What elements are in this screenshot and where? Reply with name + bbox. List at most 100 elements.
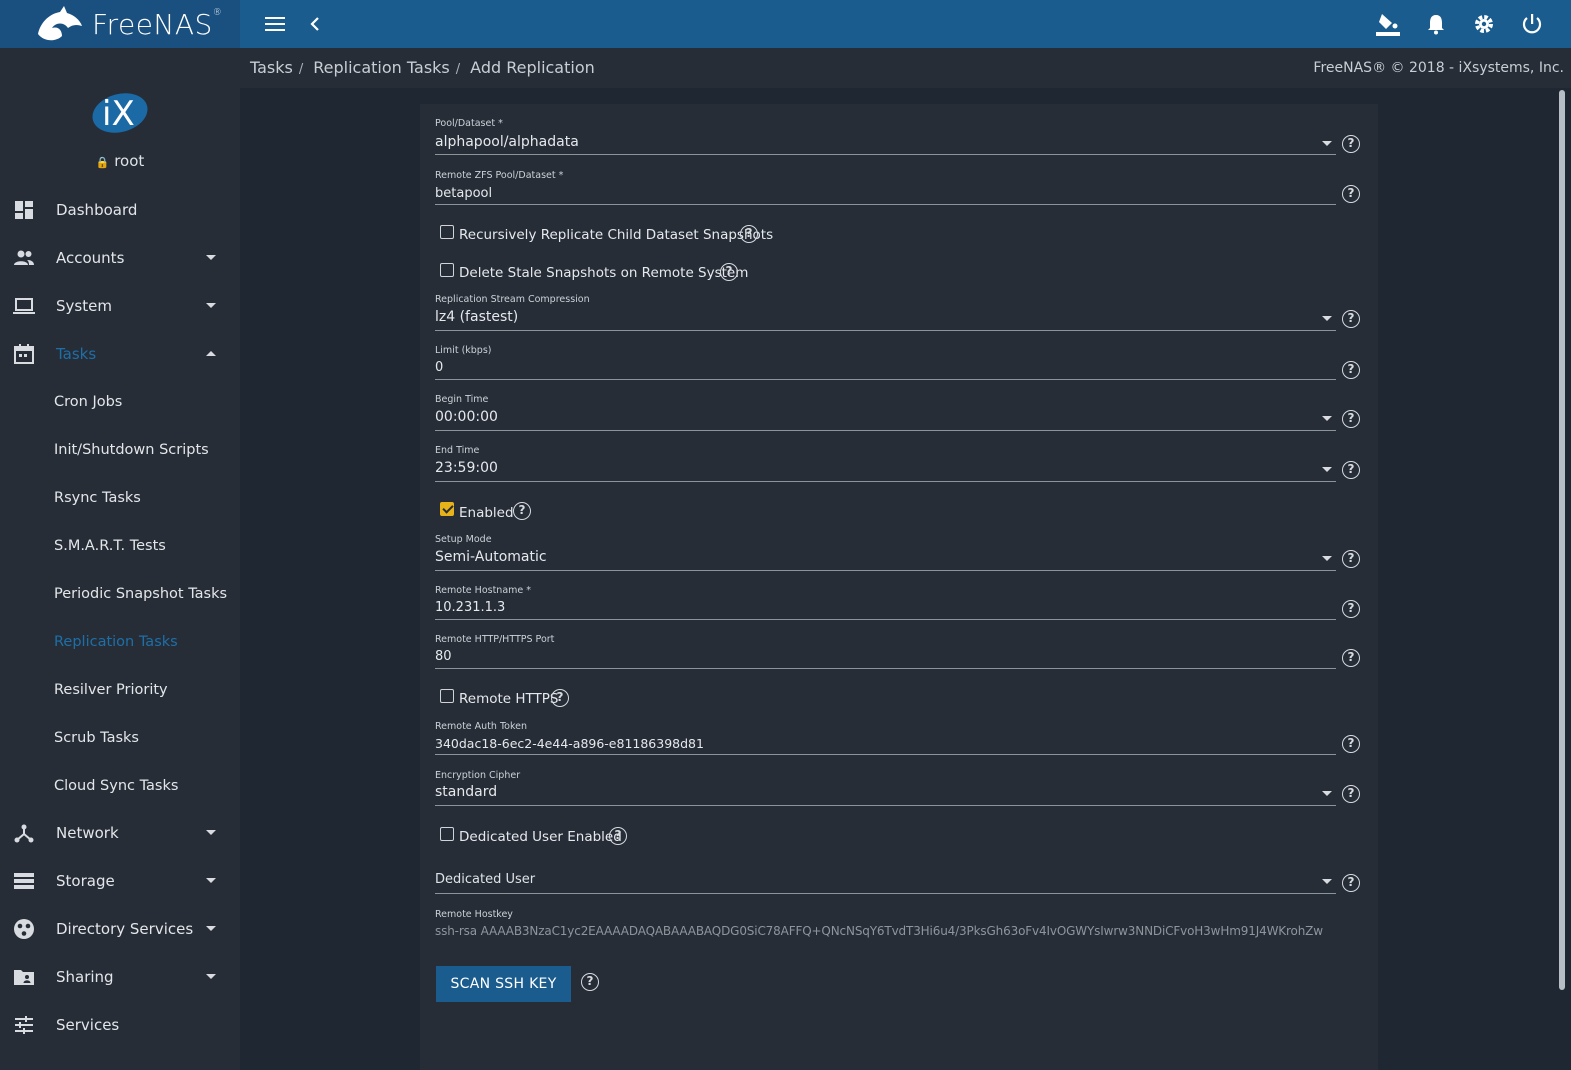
remote-dataset-input[interactable]: Remote ZFS Pool/Dataset * betapool (435, 170, 1336, 206)
sidebar-subitem-cron-jobs[interactable]: Cron Jobs (54, 394, 122, 410)
chevron-down-icon (206, 926, 216, 931)
chevron-down-icon (1322, 141, 1332, 146)
chevron-down-icon (1322, 316, 1332, 321)
breadcrumb: Tasks / Replication Tasks / Add Replication (250, 58, 595, 77)
help-icon[interactable]: ? (1342, 649, 1360, 667)
cipher-select[interactable]: Encryption Cipher standard (435, 770, 1336, 810)
sidebar-item-network[interactable]: Network (0, 809, 240, 857)
sidebar-subitem-rsync[interactable]: Rsync Tasks (54, 490, 141, 506)
sidebar-subitem-cloud-sync[interactable]: Cloud Sync Tasks (54, 778, 178, 794)
help-icon[interactable]: ? (1342, 785, 1360, 803)
help-icon[interactable]: ? (1342, 361, 1360, 379)
scrollbar-thumb[interactable] (1559, 90, 1565, 990)
power-icon[interactable] (1518, 10, 1546, 38)
sidebar-item-sharing[interactable]: Sharing (0, 953, 240, 1001)
chevron-down-icon (206, 255, 216, 260)
help-icon[interactable]: ? (1342, 410, 1360, 428)
chevron-down-icon (206, 974, 216, 979)
chevron-down-icon (1322, 467, 1332, 472)
help-icon[interactable]: ? (1342, 874, 1360, 892)
remote-https-checkbox[interactable] (440, 689, 454, 703)
remote-port-input[interactable]: Remote HTTP/HTTPS Port 80 (435, 634, 1336, 670)
svg-text:iX: iX (102, 94, 135, 134)
begin-time-select[interactable]: Begin Time 00:00:00 (435, 394, 1336, 434)
storage-icon (14, 873, 34, 889)
sidebar-subitem-init-shutdown[interactable]: Init/Shutdown Scripts (54, 442, 209, 458)
remote-hostname-input[interactable]: Remote Hostname * 10.231.1.3 (435, 585, 1336, 621)
network-icon (14, 824, 34, 843)
help-icon[interactable]: ? (1342, 600, 1360, 618)
top-bar: FreeNAS® (0, 0, 1571, 48)
people-icon (14, 250, 34, 265)
delete-stale-checkbox[interactable] (440, 263, 454, 277)
sidebar-item-storage[interactable]: Storage (0, 857, 240, 905)
enabled-label: Enabled (459, 505, 514, 521)
breadcrumb-replication-tasks[interactable]: Replication Tasks (313, 58, 450, 77)
sidebar-item-system[interactable]: System (0, 282, 240, 330)
breadcrumb-add-replication: Add Replication (470, 58, 595, 77)
sidebar-subitem-scrub[interactable]: Scrub Tasks (54, 730, 139, 746)
laptop-icon (13, 298, 35, 314)
help-icon[interactable]: ? (1342, 550, 1360, 568)
folder-shared-icon (14, 970, 34, 985)
chevron-down-icon (1322, 879, 1332, 884)
gear-icon[interactable] (1470, 10, 1498, 38)
recursive-checkbox[interactable] (440, 225, 454, 239)
help-icon[interactable]: ? (1342, 310, 1360, 328)
chevron-left-icon[interactable] (301, 10, 329, 38)
sidebar-subitem-resilver[interactable]: Resilver Priority (54, 682, 168, 698)
setup-mode-select[interactable]: Setup Mode Semi-Automatic (435, 534, 1336, 574)
help-icon[interactable]: ? (1342, 461, 1360, 479)
sidebar-subitem-replication[interactable]: Replication Tasks (54, 634, 178, 650)
end-time-select[interactable]: End Time 23:59:00 (435, 445, 1336, 485)
help-icon[interactable]: ? (720, 263, 738, 281)
sidebar: iX 🔒 root Dashboard Accounts System Task… (0, 48, 240, 1070)
logo[interactable]: FreeNAS® (0, 0, 240, 48)
enabled-checkbox[interactable] (440, 502, 454, 516)
remote-hostkey-field[interactable]: Remote Hostkey ssh-rsa AAAAB3NzaC1yc2EAA… (435, 909, 1336, 945)
chevron-up-icon (206, 351, 216, 356)
menu-icon[interactable] (261, 10, 289, 38)
sidebar-subitem-smart[interactable]: S.M.A.R.T. Tests (54, 538, 166, 554)
dedicated-user-enabled-label: Dedicated User Enabled (459, 829, 622, 845)
chevron-down-icon (206, 830, 216, 835)
dedicated-user-select[interactable]: Dedicated User (435, 870, 1336, 896)
chevron-down-icon (206, 303, 216, 308)
help-icon[interactable]: ? (1342, 135, 1360, 153)
breadcrumb-tasks[interactable]: Tasks (250, 58, 293, 77)
pool-dataset-select[interactable]: Pool/Dataset * alphapool/alphadata (435, 118, 1336, 158)
dashboard-icon (15, 201, 33, 219)
help-icon[interactable]: ? (581, 973, 599, 991)
lock-icon: 🔒 (95, 156, 110, 169)
directory-icon (14, 919, 34, 939)
current-user: 🔒 root (95, 152, 145, 170)
freenas-shark-icon (38, 6, 82, 41)
sidebar-item-services[interactable]: Services (0, 1001, 240, 1049)
auth-token-input[interactable]: Remote Auth Token 340dac18-6ec2-4e44-a89… (435, 721, 1336, 757)
breadcrumb-bar: Tasks / Replication Tasks / Add Replication … (240, 48, 1571, 88)
help-icon[interactable]: ? (513, 502, 531, 520)
scan-ssh-key-button[interactable]: SCAN SSH KEY (436, 966, 571, 1002)
dedicated-user-checkbox[interactable] (440, 827, 454, 841)
help-icon[interactable]: ? (1342, 735, 1360, 753)
sidebar-item-directory-services[interactable]: Directory Services (0, 905, 240, 953)
limit-input[interactable]: Limit (kbps) 0 (435, 345, 1336, 381)
calendar-icon (14, 344, 34, 364)
tune-icon (15, 1016, 33, 1034)
theme-icon[interactable] (1374, 10, 1402, 38)
ix-logo: iX (91, 88, 149, 138)
bell-icon[interactable] (1422, 10, 1450, 38)
sidebar-item-dashboard[interactable]: Dashboard (0, 186, 240, 234)
help-icon[interactable]: ? (609, 827, 627, 845)
chevron-down-icon (1322, 791, 1332, 796)
sidebar-item-tasks[interactable]: Tasks (0, 330, 240, 378)
help-icon[interactable]: ? (1342, 185, 1360, 203)
remote-https-label: Remote HTTPS (459, 691, 559, 707)
compression-select[interactable]: Replication Stream Compression lz4 (fast… (435, 294, 1336, 334)
help-icon[interactable]: ? (740, 225, 758, 243)
sidebar-subitem-periodic-snapshot[interactable]: Periodic Snapshot Tasks (54, 586, 227, 602)
help-icon[interactable]: ? (551, 689, 569, 707)
copyright: FreeNAS® © 2018 - iXsystems, Inc. (1313, 60, 1564, 76)
sidebar-item-accounts[interactable]: Accounts (0, 234, 240, 282)
chevron-down-icon (1322, 556, 1332, 561)
